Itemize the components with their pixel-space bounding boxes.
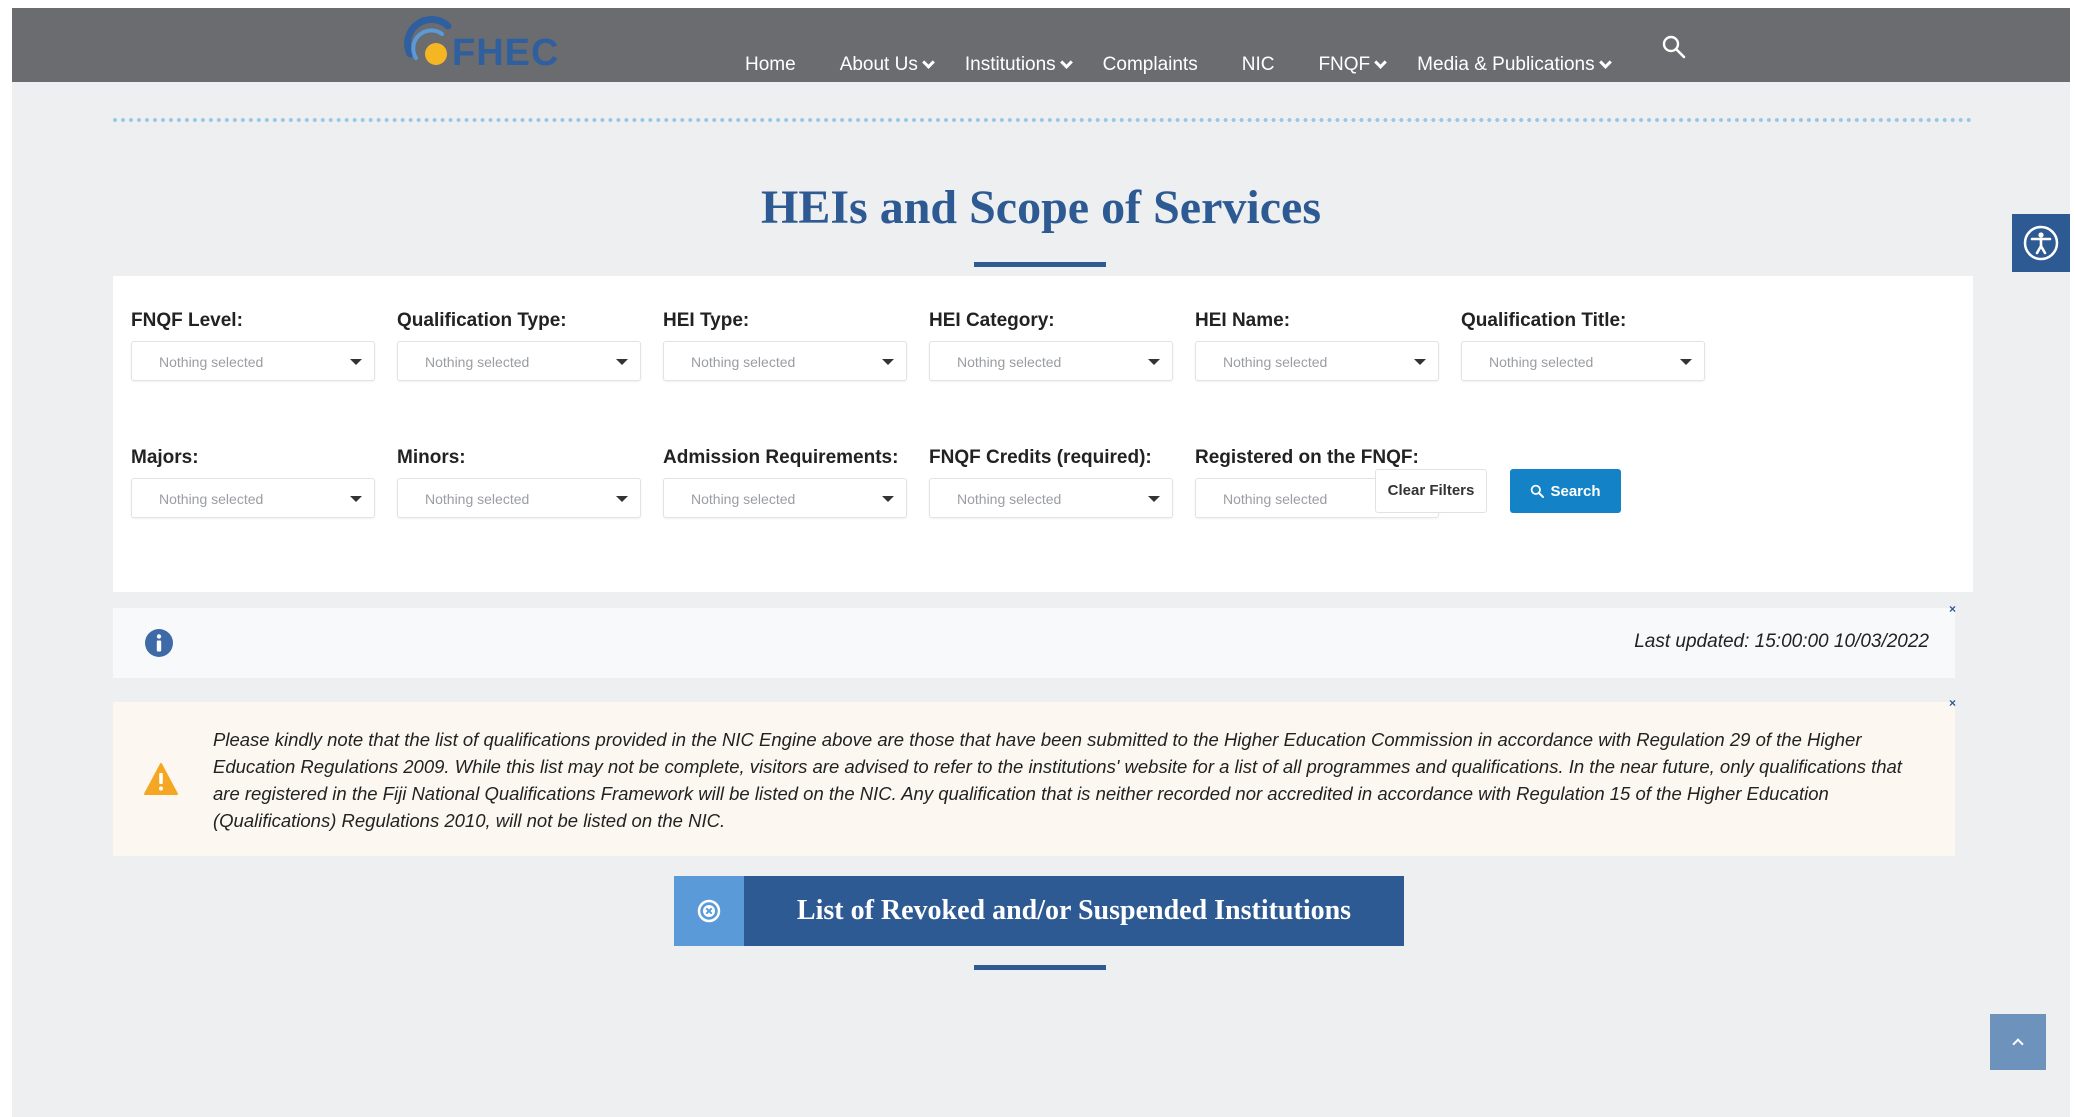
hei-name-select[interactable]: Nothing selected [1195,341,1439,381]
registered-fnqf-label: Registered on the FNQF: [1195,447,1419,468]
select-value: Nothing selected [1489,354,1594,370]
revoked-underline [974,965,1106,970]
select-value: Nothing selected [1223,354,1328,370]
nav-fnqf[interactable]: FNQF [1318,54,1388,76]
caret-down-icon [616,496,628,502]
select-value: Nothing selected [1223,491,1328,507]
revoked-icon-box [674,876,744,946]
qualification-type-select[interactable]: Nothing selected [397,341,641,381]
chevron-down-icon [1374,55,1388,69]
search-button[interactable]: Search [1510,469,1621,513]
warning-icon [144,763,178,795]
minors-label: Minors: [397,447,466,468]
select-value: Nothing selected [425,354,530,370]
close-info-icon[interactable]: × [1949,602,1956,616]
back-to-top-button[interactable] [1990,1014,2046,1070]
nav-fnqf-label: FNQF [1318,54,1371,75]
fnqf-level-label: FNQF Level: [131,310,243,331]
minors-select[interactable]: Nothing selected [397,478,641,518]
search-icon[interactable] [1661,34,1687,60]
caret-down-icon [1148,359,1160,365]
page-frame: FHEC Home About Us Institutions Complain… [12,8,2070,1117]
info-icon [145,629,173,657]
search-icon [1531,484,1545,498]
warning-alert: Please kindly note that the list of qual… [113,702,1955,856]
chevron-down-icon [1059,55,1073,69]
last-updated-text: Last updated: 15:00:00 10/03/2022 [1634,631,1929,652]
caret-down-icon [882,496,894,502]
select-value: Nothing selected [957,491,1062,507]
caret-down-icon [1414,359,1426,365]
title-underline [974,262,1106,267]
nav-home[interactable]: Home [745,54,796,76]
caret-down-icon [616,359,628,365]
hei-category-label: HEI Category: [929,310,1055,331]
accessibility-icon [2023,225,2059,261]
info-alert: Last updated: 15:00:00 10/03/2022 [113,608,1955,678]
clear-filters-button[interactable]: Clear Filters [1375,469,1487,513]
fnqf-credits-select[interactable]: Nothing selected [929,478,1173,518]
circle-x-icon [697,899,721,923]
select-value: Nothing selected [159,491,264,507]
select-value: Nothing selected [159,354,264,370]
select-value: Nothing selected [425,491,530,507]
dotted-divider [113,118,1973,122]
nav-institutions[interactable]: Institutions [964,54,1073,76]
majors-label: Majors: [131,447,199,468]
caret-down-icon [1148,496,1160,502]
caret-down-icon [1680,359,1692,365]
majors-select[interactable]: Nothing selected [131,478,375,518]
caret-down-icon [882,359,894,365]
qualification-title-label: Qualification Title: [1461,310,1627,331]
hei-type-select[interactable]: Nothing selected [663,341,907,381]
close-warning-icon[interactable]: × [1949,696,1956,710]
chevron-down-icon [921,55,935,69]
qualification-type-label: Qualification Type: [397,310,567,331]
select-value: Nothing selected [691,354,796,370]
nav-media-publications-label: Media & Publications [1417,54,1595,75]
search-button-label: Search [1550,482,1601,500]
chevron-down-icon [1598,55,1612,69]
nav-complaints-label: Complaints [1102,54,1198,75]
nav-about-us-label: About Us [839,54,918,75]
nav-complaints[interactable]: Complaints [1103,54,1198,76]
top-navbar: FHEC Home About Us Institutions Complain… [12,8,2070,82]
admission-requirements-label: Admission Requirements: [663,447,899,468]
hei-category-select[interactable]: Nothing selected [929,341,1173,381]
caret-down-icon [350,496,362,502]
logo-text: FHEC [452,32,560,74]
fhec-logo[interactable]: FHEC [402,14,562,74]
chevron-up-icon [2012,1038,2024,1050]
fnqf-level-select[interactable]: Nothing selected [131,341,375,381]
qualification-title-select[interactable]: Nothing selected [1461,341,1705,381]
revoked-institutions-button[interactable]: List of Revoked and/or Suspended Institu… [674,876,1404,946]
nav-about-us[interactable]: About Us [839,54,935,76]
page-title: HEIs and Scope of Services [760,181,1321,234]
nav-nic-label: NIC [1241,54,1275,75]
nav-home-label: Home [745,54,796,75]
nav-media-publications[interactable]: Media & Publications [1417,54,1612,76]
main-nav: Home About Us Institutions Complaints NI… [745,50,1654,80]
nav-nic[interactable]: NIC [1242,54,1275,76]
admission-requirements-select[interactable]: Nothing selected [663,478,907,518]
nav-institutions-label: Institutions [964,54,1056,75]
select-value: Nothing selected [957,354,1062,370]
accessibility-button[interactable] [2012,214,2070,272]
hei-type-label: HEI Type: [663,310,750,331]
hei-name-label: HEI Name: [1195,310,1291,331]
notice-text: Please kindly note that the list of qual… [213,729,1902,831]
caret-down-icon [350,359,362,365]
revoked-button-label: List of Revoked and/or Suspended Institu… [796,895,1352,926]
select-value: Nothing selected [691,491,796,507]
fnqf-credits-label: FNQF Credits (required): [929,447,1152,468]
